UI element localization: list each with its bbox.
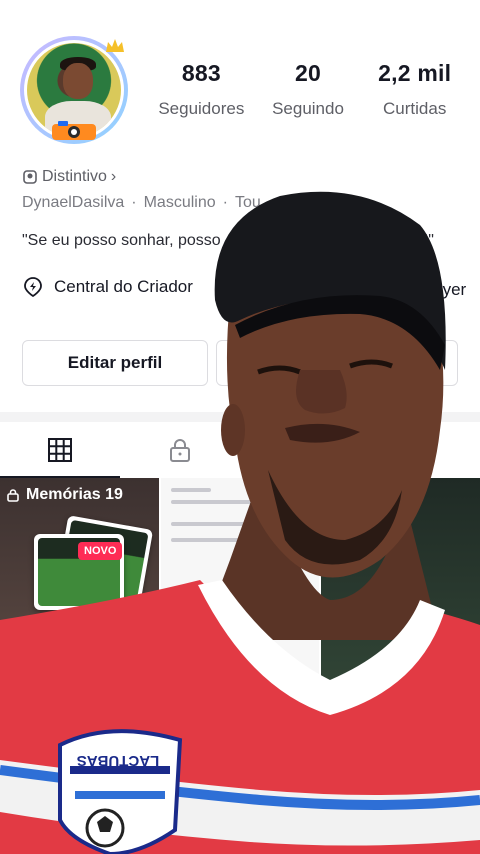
stat-value: 20	[295, 60, 321, 86]
badge-label: Distintivo	[42, 168, 107, 185]
creator-center-link[interactable]: Central do Criador	[22, 276, 193, 298]
memories-count: Memórias 19	[26, 486, 123, 503]
separator: ·	[131, 194, 137, 211]
stat-label: Seguindo	[272, 99, 344, 118]
video-tile[interactable]	[160, 478, 320, 854]
share-profile-button[interactable]	[216, 340, 402, 386]
stat-value: 2,2 mil	[378, 60, 452, 86]
video-tile[interactable]	[321, 478, 480, 854]
edit-profile-button[interactable]: Editar perfil	[22, 340, 208, 386]
badge-icon	[23, 170, 37, 184]
creator-center-label: Central do Criador	[54, 277, 193, 296]
stat-likes[interactable]: 2,2 mil Curtidas	[361, 60, 468, 119]
bio-text: "Se eu posso sonhar, posso	[22, 232, 221, 249]
camera-sticker-icon	[52, 121, 96, 140]
stat-value: 883	[181, 60, 221, 86]
player-link[interactable]: Player	[418, 280, 466, 300]
content-tabs	[0, 422, 480, 478]
info-extra: Tou	[234, 194, 261, 211]
lightning-icon	[24, 277, 42, 298]
badge-link[interactable]: Distintivo ›	[22, 168, 116, 186]
profile-bio: "Se eu posso sonhar, posso	[22, 232, 221, 250]
chevron-right-icon: ›	[110, 168, 117, 185]
tab-videos[interactable]	[0, 422, 120, 478]
stat-label: Curtidas	[383, 99, 447, 118]
username: DynaelDasilva	[22, 194, 125, 211]
tab-reposts[interactable]	[240, 422, 360, 478]
video-grid: Memórias 19 NOVO	[0, 478, 480, 854]
add-friend-button[interactable]	[410, 340, 458, 386]
section-divider	[0, 412, 480, 422]
memories-label: Memórias 19	[6, 486, 123, 504]
tab-liked[interactable]	[360, 422, 480, 478]
memories-tile[interactable]: Memórias 19 NOVO	[0, 478, 159, 854]
stat-followers[interactable]: 883 Seguidores	[148, 60, 255, 119]
sparkle-icon	[106, 39, 124, 52]
lock-icon	[170, 439, 190, 462]
profile-stats: 883 Seguidores 20 Seguindo 2,2 mil Curti…	[148, 60, 468, 119]
separator: ·	[222, 194, 228, 211]
stat-label: Seguidores	[158, 99, 245, 118]
lock-icon	[7, 489, 19, 502]
gender: Masculino	[143, 194, 216, 211]
bio-text-end: de!"	[406, 232, 434, 249]
profile-info-row: DynaelDasilva · Masculino · Tou	[22, 194, 261, 212]
new-badge: NOVO	[78, 542, 123, 560]
tab-private[interactable]	[120, 422, 240, 478]
grid-icon	[48, 438, 72, 462]
stat-following[interactable]: 20 Seguindo	[255, 60, 362, 119]
profile-avatar[interactable]	[20, 36, 128, 144]
